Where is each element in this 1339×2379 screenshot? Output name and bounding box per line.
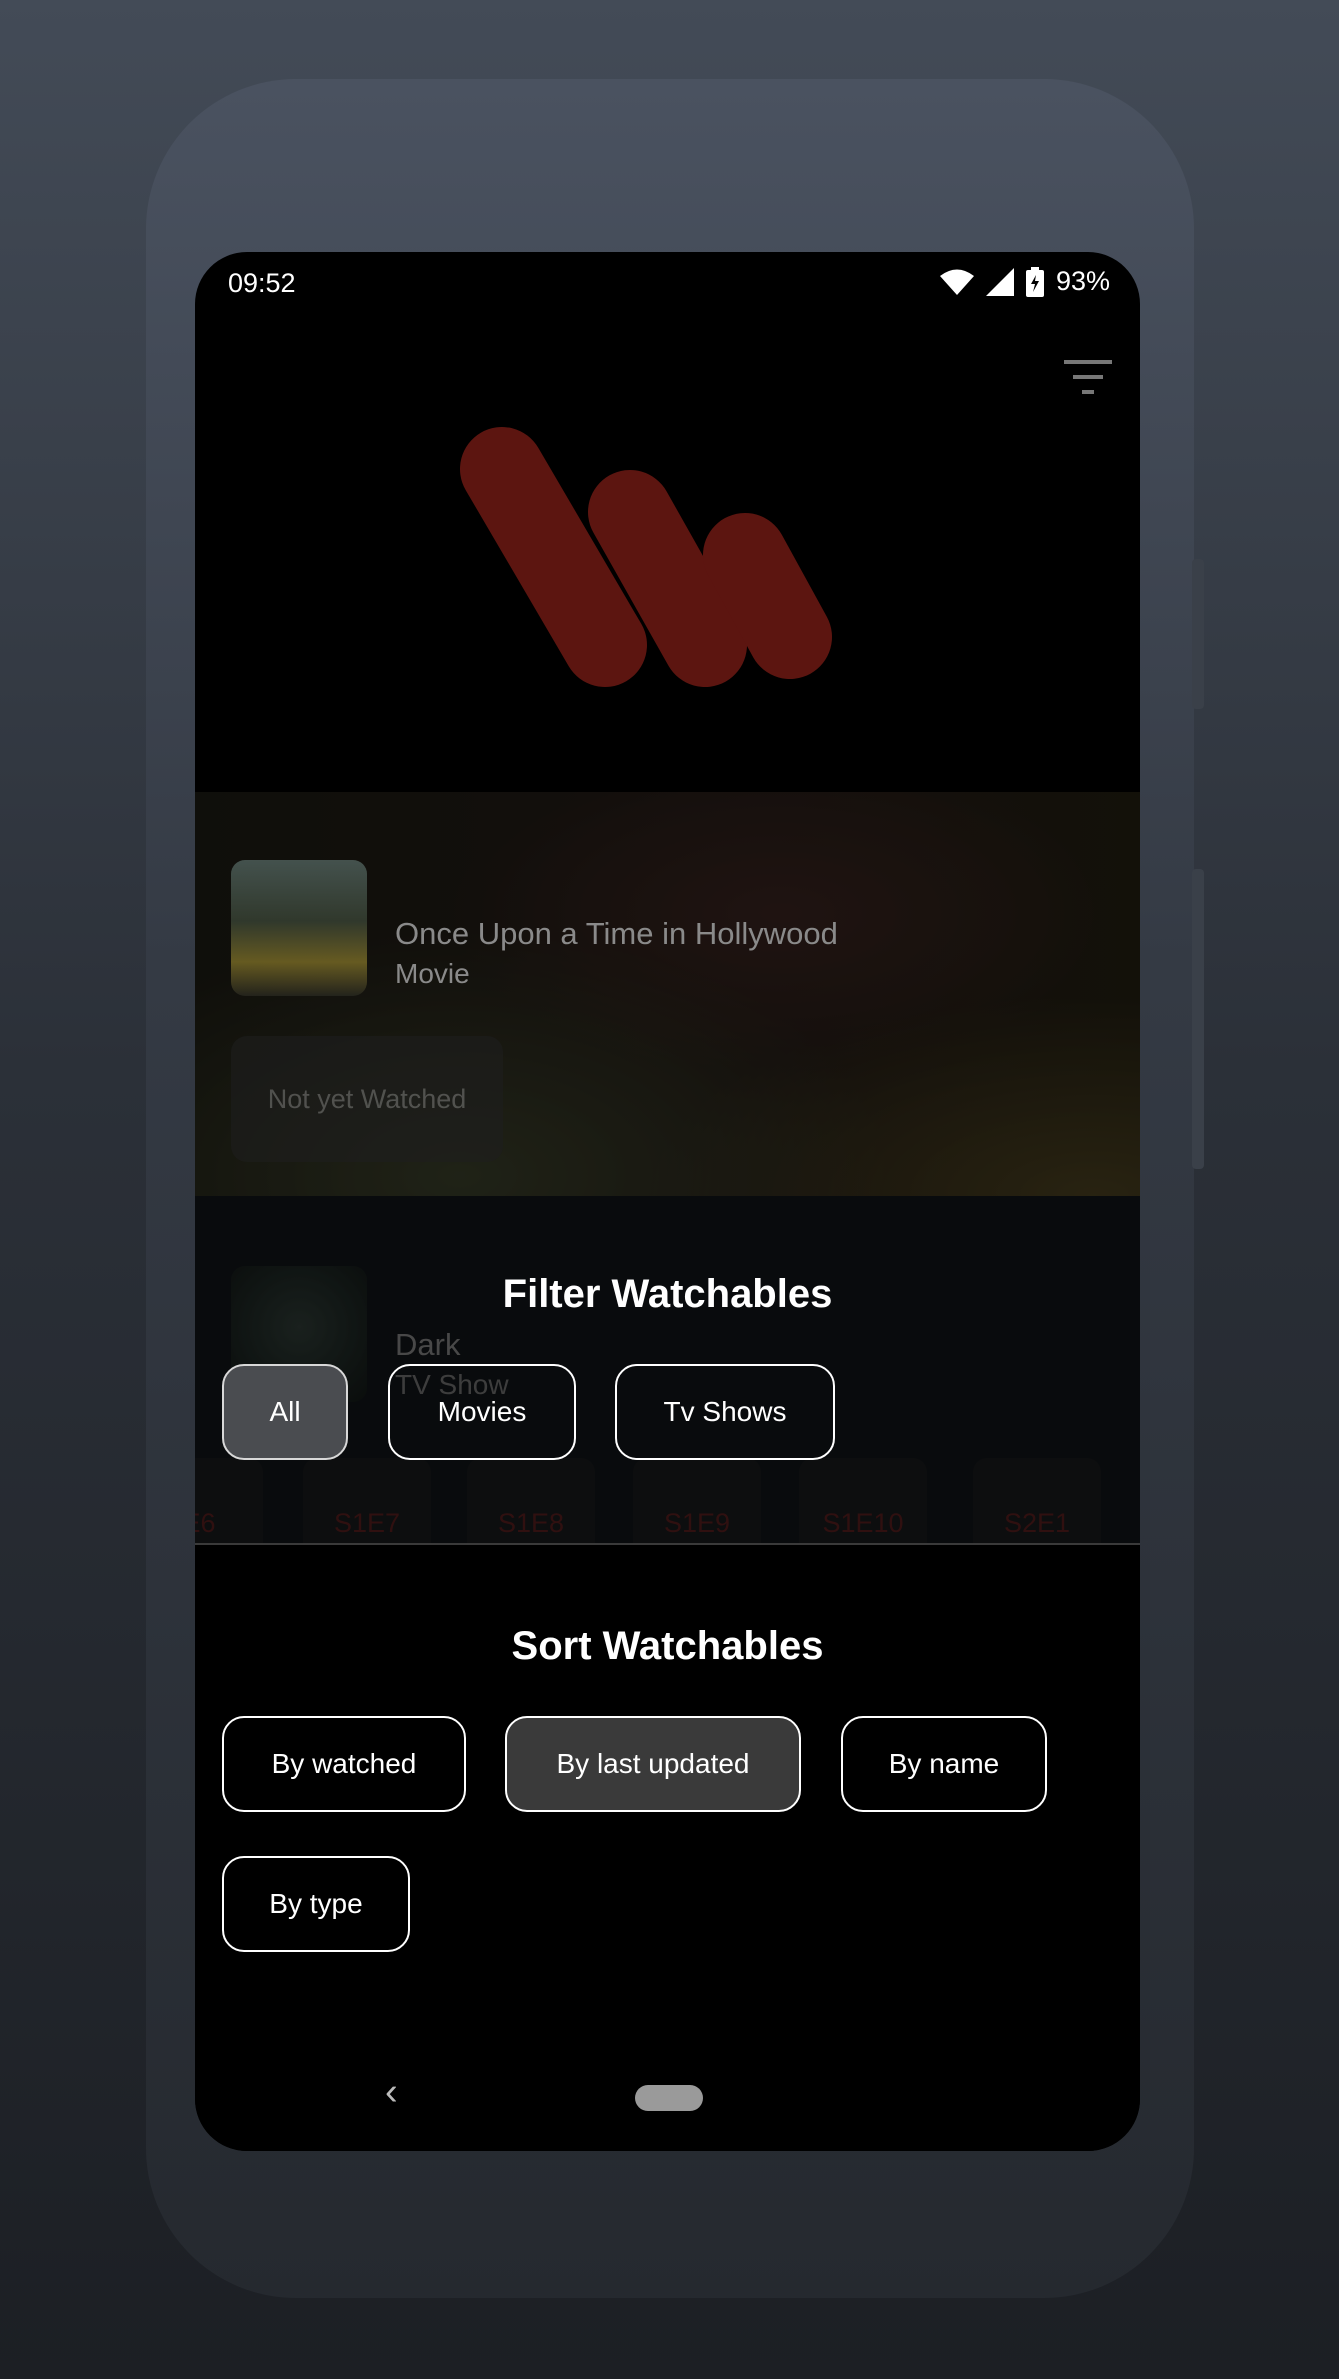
signal-icon [985,267,1014,296]
phone-screen: 09:52 93% Once Upon a Time in Hollywood … [195,252,1140,2151]
filter-icon[interactable] [1064,358,1112,398]
battery-charging-icon [1025,266,1044,297]
card-type: Movie [395,958,470,989]
sort-by-last-updated-chip[interactable]: By last updated [505,1716,801,1812]
card-title: Once Upon a Time in Hollywood [395,916,838,951]
status-time: 09:52 [228,268,296,298]
sort-by-name-chip[interactable]: By name [841,1716,1047,1812]
back-icon[interactable]: ‹ [385,2071,398,2114]
filter-title: Filter Watchables [502,1272,833,1316]
filter-movies-chip[interactable]: Movies [388,1364,576,1460]
sort-by-type-chip[interactable]: By type [222,1856,410,1952]
watch-status-button[interactable]: Not yet Watched [231,1036,503,1162]
filter-all-chip[interactable]: All [222,1364,348,1460]
status-bar: 09:52 93% [195,252,1140,316]
sort-title: Sort Watchables [511,1624,824,1668]
filter-tvshows-chip[interactable]: Tv Shows [615,1364,835,1460]
app-logo [460,427,832,687]
volume-button [1192,559,1204,709]
home-pill-icon[interactable] [635,2085,703,2111]
wifi-icon [939,269,974,295]
poster-image[interactable] [231,860,367,996]
navigation-bar: ‹ [195,2041,1140,2151]
sort-by-watched-chip[interactable]: By watched [222,1716,466,1812]
battery-percent: 93% [1055,266,1110,296]
power-button [1192,869,1204,1169]
